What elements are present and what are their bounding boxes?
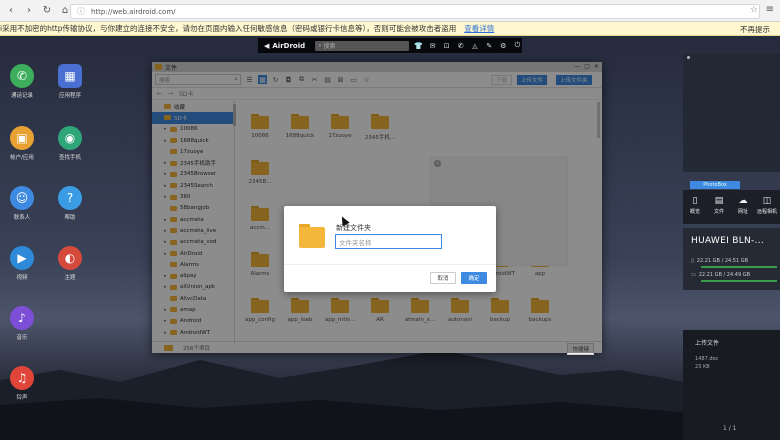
app-glyph-icon: ▶: [10, 246, 34, 270]
tool-icon: ▤: [714, 196, 724, 206]
url-text: http://web.airdroid.com/: [91, 7, 176, 16]
app-label: 通话记录: [10, 93, 33, 99]
dialog-divider: [284, 264, 496, 265]
desktop-app-icon[interactable]: ◉ 查找手机: [50, 126, 90, 161]
page-indicator: 1 / 1: [723, 425, 737, 432]
app-label: 应用程序: [58, 93, 81, 99]
sd-card-icon: ▭: [691, 272, 696, 278]
right-panel-top: [683, 54, 780, 172]
phone-tab[interactable]: PhotoBox: [690, 181, 740, 189]
phone-storage-icon: ▯: [691, 258, 694, 264]
app-label: 视频: [16, 275, 28, 281]
device-name: HUAWEI BLN-...: [691, 236, 765, 246]
shirt-icon[interactable]: 👕: [414, 41, 423, 51]
new-folder-dialog: 新建文件夹 文件夹名称 取消 确定: [284, 206, 496, 292]
upload-title: 上传文件: [695, 340, 720, 347]
app-glyph-icon: ▣: [10, 126, 34, 150]
storage-bar-2: [701, 280, 777, 282]
settings-icon[interactable]: ⚙: [499, 41, 508, 51]
tool-icon: ☁: [738, 196, 748, 206]
app-label: 帮助: [64, 215, 76, 221]
sd-storage: ▭ 22.21 GB / 24.49 GB: [691, 272, 751, 278]
app-glyph-icon: ?: [58, 186, 82, 210]
upload-file-name: 1487.doc: [695, 356, 719, 362]
warning-text: i采用不加密的http传输协议，与你建立的连接不安全，请勿在页面内输入任何敏感信…: [0, 24, 457, 33]
desktop-app-icon[interactable]: ✆ 通话记录: [2, 64, 42, 99]
app-glyph-icon: ♪: [10, 306, 34, 330]
folder-name-input[interactable]: 文件夹名称: [335, 234, 442, 249]
bell-icon[interactable]: ◬: [470, 41, 479, 51]
address-bar[interactable]: ⓘ http://web.airdroid.com/: [70, 4, 760, 19]
cancel-button[interactable]: 取消: [430, 272, 456, 284]
bookmark-star-icon[interactable]: ☆: [750, 5, 758, 15]
back-icon[interactable]: ‹: [4, 4, 18, 18]
desktop-app-icon[interactable]: ? 帮助: [50, 186, 90, 221]
desktop-app-icon[interactable]: ▦ 应用程序: [50, 64, 90, 99]
confirm-button[interactable]: 确定: [461, 272, 487, 284]
desktop-app-icon[interactable]: ◐ 主题: [50, 246, 90, 281]
airdroid-toolbar: ◀ AirDroid ⌕ 搜索 👕 ✉ ⊡ ✆ ◬ ✎ ⚙ ⏻: [258, 38, 522, 53]
device-tool-button[interactable]: ▤ 文件: [707, 190, 731, 224]
app-label: 联系人: [13, 215, 31, 221]
browser-toolbar: ‹ › ↻ ⌂ ⓘ http://web.airdroid.com/ ☆ ≡: [0, 0, 780, 22]
crop-icon[interactable]: ⊡: [442, 41, 451, 51]
tool-label: 文件: [713, 209, 724, 215]
device-info-panel: HUAWEI BLN-... ▯ 22.21 GB / 24.51 GB ▭ 22.…: [683, 228, 780, 290]
device-tool-button[interactable]: ◫ 远程相机: [755, 190, 779, 224]
upload-file-size: 23 KB: [695, 364, 710, 370]
device-toolbar: ▯ 概览 ▤ 文件 ☁ 网址 ◫ 远程相机: [683, 190, 780, 224]
airdroid-logo: ◀ AirDroid: [264, 41, 306, 50]
desktop-app-icon[interactable]: ♫ 铃声: [2, 366, 42, 401]
edit-icon[interactable]: ✎: [485, 41, 494, 51]
device-tool-button[interactable]: ▯ 概览: [683, 190, 707, 224]
app-label: 音乐: [16, 335, 28, 341]
forward-icon[interactable]: ›: [22, 4, 36, 18]
app-glyph-icon: ♫: [10, 366, 34, 390]
tool-label: 远程相机: [756, 209, 777, 215]
panel-dot: [687, 56, 690, 59]
app-glyph-icon: ☺: [10, 186, 34, 210]
phone-icon[interactable]: ✆: [456, 41, 465, 51]
desktop-app-icon[interactable]: ♪ 音乐: [2, 306, 42, 341]
toolbar-search-input[interactable]: ⌕ 搜索: [315, 40, 409, 51]
search-icon: ⌕: [318, 41, 322, 49]
power-icon[interactable]: ⏻: [513, 41, 522, 51]
app-label: 帐户/应用: [10, 155, 34, 161]
app-glyph-icon: ▦: [58, 64, 82, 88]
app-glyph-icon: ✆: [10, 64, 34, 88]
desktop-app-icon[interactable]: ▶ 视频: [2, 246, 42, 281]
desktop-app-icon[interactable]: ☺ 联系人: [2, 186, 42, 221]
folder-icon: [299, 224, 325, 248]
storage-bar-1: [701, 266, 777, 268]
app-label: 主题: [64, 275, 76, 281]
info-icon: ⓘ: [77, 7, 85, 16]
device-tool-button[interactable]: ☁ 网址: [731, 190, 755, 224]
mail-icon[interactable]: ✉: [428, 41, 437, 51]
warning-details-link[interactable]: 查看详情: [464, 23, 494, 34]
app-glyph-icon: ◉: [58, 126, 82, 150]
app-label: 查找手机: [58, 155, 81, 161]
dismiss-warning-button[interactable]: 不再提示: [740, 24, 770, 35]
security-warning-bar: i采用不加密的http传输协议，与你建立的连接不安全，请勿在页面内输入任何敏感信…: [0, 22, 780, 36]
desktop-app-icon[interactable]: ▣ 帐户/应用: [2, 126, 42, 161]
upload-panel: 上传文件 1487.doc 23 KB 1 / 1: [683, 330, 780, 440]
tool-icon: ▯: [692, 196, 698, 206]
tool-icon: ◫: [762, 196, 772, 206]
internal-storage: ▯ 22.21 GB / 24.51 GB: [691, 258, 749, 264]
tool-label: 概览: [689, 209, 700, 215]
reload-icon[interactable]: ↻: [40, 4, 54, 18]
app-glyph-icon: ◐: [58, 246, 82, 270]
airdroid-logo-icon: ◀: [264, 41, 270, 50]
tool-label: 网址: [737, 209, 748, 215]
menu-icon[interactable]: ≡: [766, 4, 774, 15]
app-label: 铃声: [16, 395, 28, 401]
